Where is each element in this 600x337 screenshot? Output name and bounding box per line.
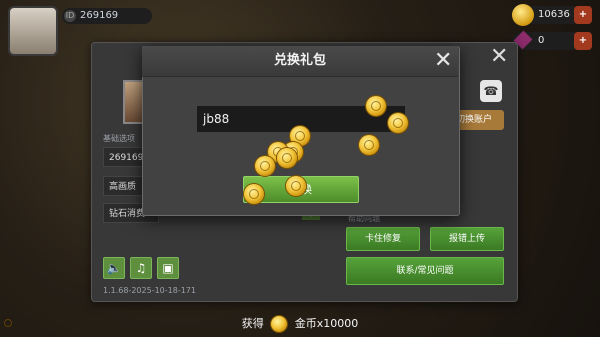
redeem-title: 兑换礼包	[273, 53, 326, 68]
contact-faq-button[interactable]: 联系/常见问题	[346, 257, 504, 285]
redeem-close-icon[interactable]: ✕	[434, 48, 452, 73]
gold-coin-icon	[512, 4, 534, 26]
gold-amount: 10636	[538, 9, 570, 20]
coin-icon	[244, 184, 264, 204]
version-label: 1.1.68-2025-10-18-171	[103, 286, 196, 295]
upload-log-button[interactable]: 报错上传	[430, 227, 504, 251]
reward-prefix: 获得	[241, 317, 264, 330]
coin-icon	[388, 113, 408, 133]
id-icon: ID	[64, 10, 76, 22]
coin-icon	[255, 156, 275, 176]
player-id-display: ID 269169	[62, 8, 152, 24]
coin-icon	[277, 148, 297, 168]
reward-item: 金币x10000	[294, 317, 359, 330]
coin-icon	[286, 176, 306, 196]
player-id: 269169	[80, 10, 119, 21]
phone-icon[interactable]: ☎	[480, 80, 502, 102]
add-gold-button[interactable]: +	[574, 6, 592, 24]
gold-coin-icon	[271, 316, 288, 332]
gift-icon[interactable]: ▣	[157, 257, 179, 279]
basic-options-label: 基础选项	[103, 134, 135, 143]
reward-toast: 获得 金币x10000	[0, 315, 600, 332]
music-icon[interactable]: ♫	[130, 257, 152, 279]
gem-amount: 0	[538, 35, 545, 46]
gold-counter: 10636 +	[512, 4, 592, 26]
stuck-fix-button[interactable]: 卡住修复	[346, 227, 420, 251]
speaker-icon[interactable]: 🔈	[103, 257, 125, 279]
coin-icon	[366, 96, 386, 116]
coin-icon	[359, 135, 379, 155]
